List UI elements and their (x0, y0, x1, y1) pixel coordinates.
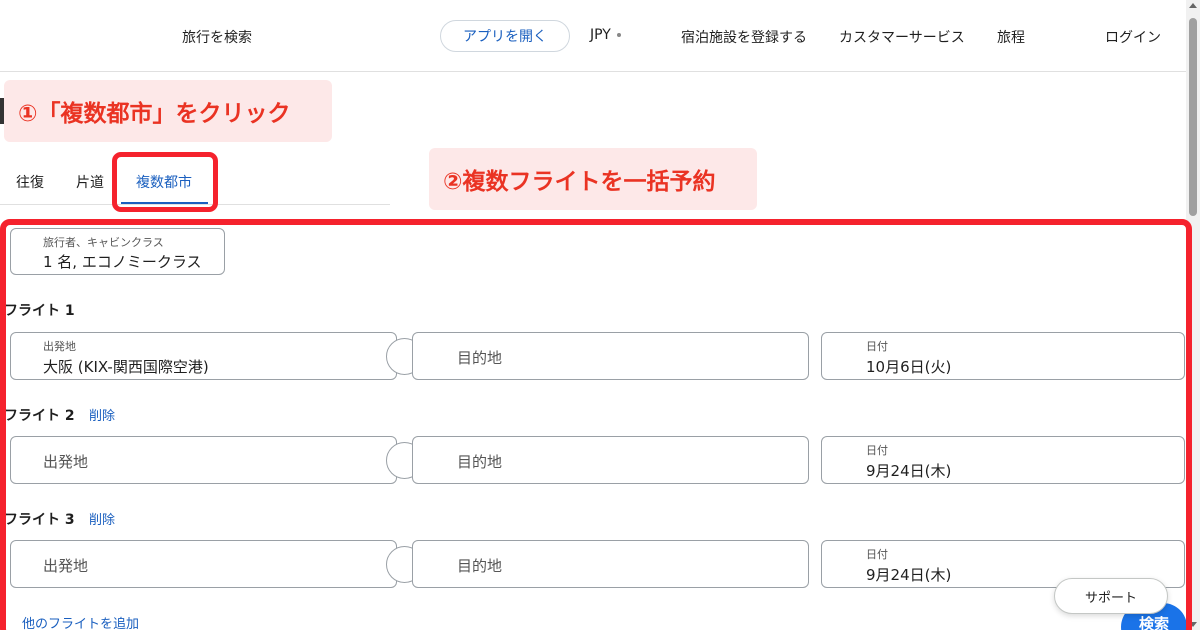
top-nav-bar: 旅行を検索 アプリを開く JPY 宿泊施設を登録する カスタマーサービス 旅程 … (0, 0, 1186, 72)
step1-callout: ①「複数都市」をクリック (4, 80, 332, 142)
open-app-label: アプリを開く (463, 29, 547, 45)
currency-selector[interactable]: JPY (590, 27, 621, 43)
login-link[interactable]: ログイン (1105, 27, 1161, 47)
register-property-link[interactable]: 宿泊施設を登録する (681, 27, 807, 47)
open-app-button[interactable]: アプリを開く (440, 20, 570, 52)
currency-dot-icon (616, 33, 621, 37)
tab-round-trip[interactable]: 往復 (16, 172, 44, 192)
currency-label: JPY (590, 27, 611, 43)
trips-link[interactable]: 旅程 (997, 27, 1025, 47)
scroll-up-arrow-icon[interactable] (1189, 3, 1197, 8)
scroll-thumb[interactable] (1189, 18, 1197, 216)
multi-city-highlight-box (112, 152, 218, 212)
customer-service-link[interactable]: カスタマーサービス (839, 27, 965, 47)
step2-text: ②複数フライトを一括予約 (443, 169, 716, 195)
multi-flight-highlight-frame (0, 219, 1192, 630)
step2-callout: ②複数フライトを一括予約 (429, 148, 757, 210)
search-trips-link[interactable]: 旅行を検索 (182, 27, 252, 47)
tab-one-way[interactable]: 片道 (76, 172, 104, 192)
step1-text: ①「複数都市」をクリック (18, 101, 291, 127)
